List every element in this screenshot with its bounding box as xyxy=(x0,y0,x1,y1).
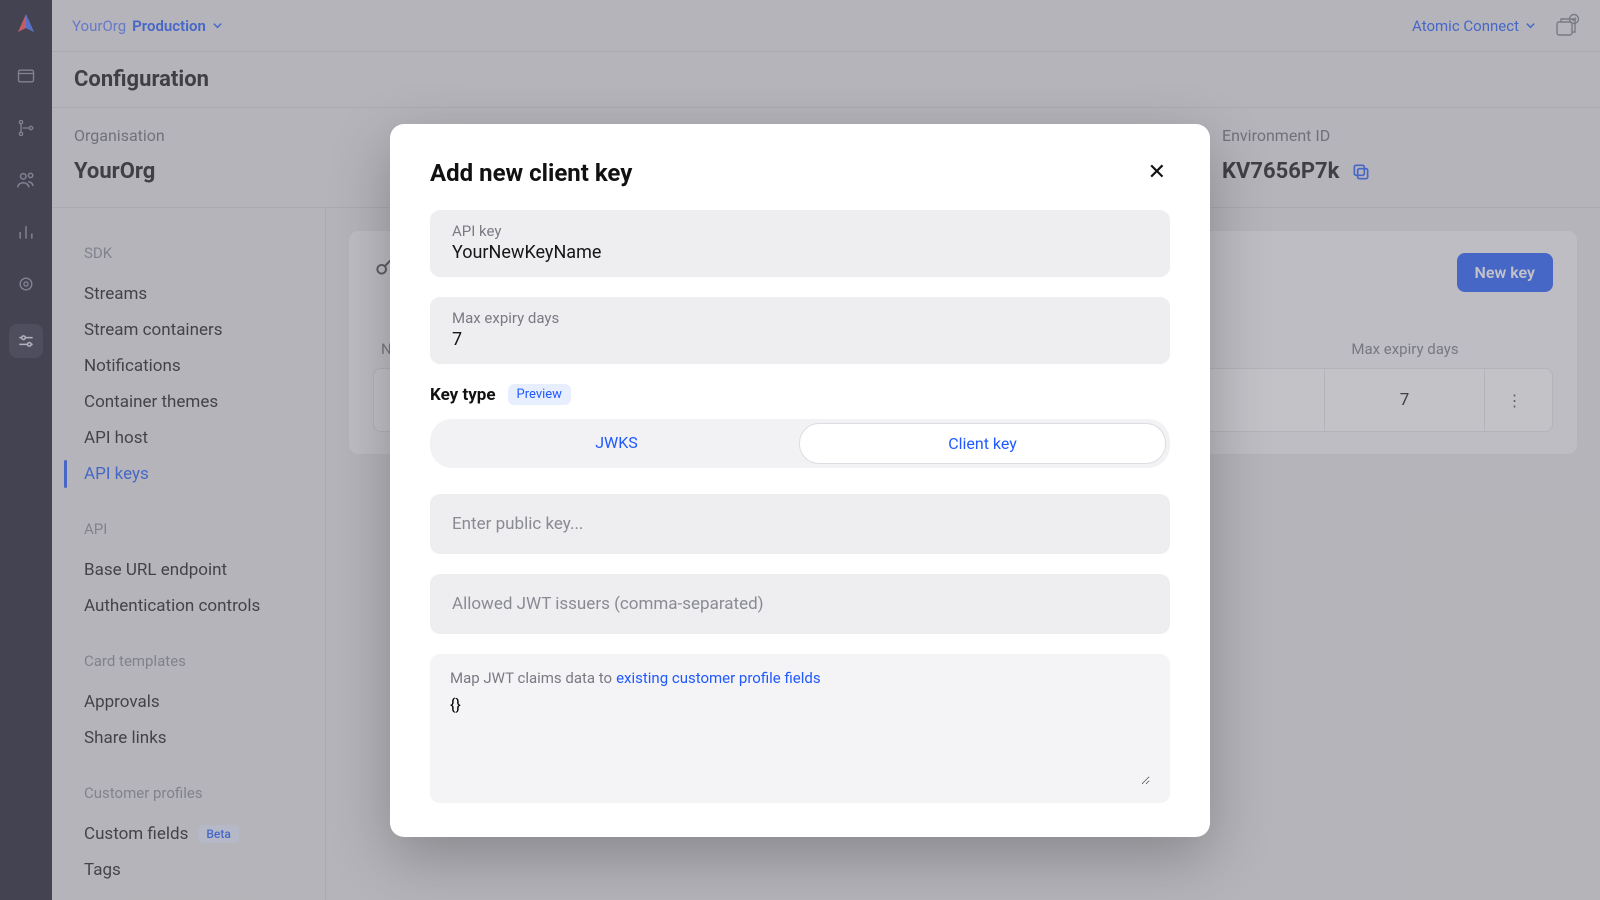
map-link[interactable]: existing customer profile fields xyxy=(616,669,821,687)
jwt-map-textarea[interactable] xyxy=(450,695,1150,785)
max-expiry-label: Max expiry days xyxy=(452,309,1148,327)
key-type-segmented: JWKS Client key xyxy=(430,419,1170,468)
map-label: Map JWT claims data to xyxy=(450,669,612,687)
close-icon[interactable]: ✕ xyxy=(1144,158,1170,188)
api-key-label: API key xyxy=(452,222,1148,240)
api-key-input[interactable] xyxy=(452,242,1148,263)
api-key-field[interactable]: API key xyxy=(430,210,1170,277)
public-key-input[interactable] xyxy=(430,494,1170,554)
preview-badge: Preview xyxy=(508,384,571,405)
seg-client-key[interactable]: Client key xyxy=(799,423,1166,464)
jwt-issuers-input[interactable] xyxy=(430,574,1170,634)
jwt-map-box: Map JWT claims data to existing customer… xyxy=(430,654,1170,803)
max-expiry-input[interactable] xyxy=(452,329,1148,350)
max-expiry-field[interactable]: Max expiry days xyxy=(430,297,1170,364)
seg-jwks[interactable]: JWKS xyxy=(434,423,799,464)
modal-title: Add new client key xyxy=(430,159,632,187)
add-client-key-modal: Add new client key ✕ API key Max expiry … xyxy=(390,124,1210,837)
key-type-label: Key type xyxy=(430,385,496,405)
